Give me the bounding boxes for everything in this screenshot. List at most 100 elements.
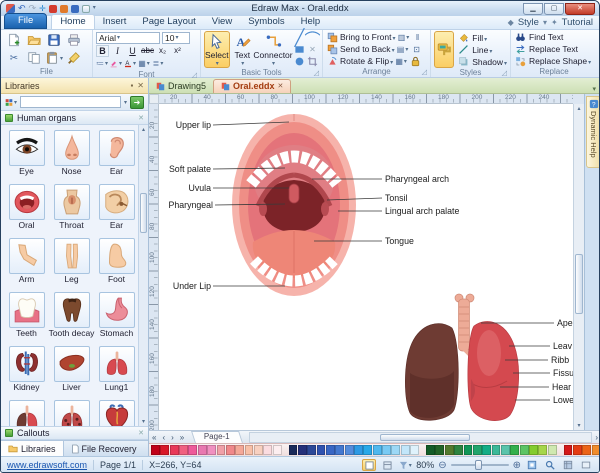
ellipse-tool-icon[interactable] <box>294 56 306 68</box>
palette-swatch[interactable] <box>160 445 169 455</box>
search-caret-icon[interactable]: ▾ <box>124 99 127 106</box>
palette-swatch[interactable] <box>520 445 529 455</box>
palette-swatch[interactable] <box>529 445 538 455</box>
panel-close-icon[interactable]: ✕ <box>137 81 144 90</box>
section-close-icon[interactable]: ✕ <box>138 114 144 122</box>
line-spacing-icon[interactable]: ≔ <box>96 58 108 70</box>
palette-swatch[interactable] <box>151 445 160 455</box>
find-text-button[interactable]: Find Text <box>529 32 563 42</box>
palette-swatch[interactable] <box>354 445 363 455</box>
style-caret-icon[interactable]: ▾ <box>543 18 547 27</box>
library-item-liver[interactable]: Liver <box>49 346 94 400</box>
palette-swatch[interactable] <box>263 445 272 455</box>
palette-swatch[interactable] <box>410 445 419 455</box>
line-button[interactable]: Line <box>472 45 492 55</box>
palette-swatch[interactable] <box>564 445 573 455</box>
select-tool-button[interactable]: Select <box>204 31 230 68</box>
library-item-tooth-decay[interactable]: Tooth decay <box>49 292 94 346</box>
doc-tab-drawing5[interactable]: Drawing5 <box>149 80 213 93</box>
palette-swatch[interactable] <box>170 445 179 455</box>
page-view-icon[interactable] <box>380 459 394 471</box>
palette-swatch[interactable] <box>207 445 216 455</box>
palette-swatch[interactable] <box>391 445 400 455</box>
group-icon[interactable]: ▤ <box>397 43 409 55</box>
bring-to-front-button[interactable]: Bring to Front <box>340 32 396 42</box>
library-menu-icon[interactable] <box>5 96 17 108</box>
send-to-back-button[interactable]: Send to Back <box>340 44 395 54</box>
normal-view-icon[interactable] <box>362 459 376 471</box>
next-page-button[interactable]: › <box>168 433 177 442</box>
open-folder-icon[interactable] <box>25 32 43 49</box>
print-icon[interactable] <box>65 32 83 49</box>
palette-swatch[interactable] <box>298 445 307 455</box>
library-go-button[interactable]: ➜ <box>130 96 144 109</box>
section-close-icon[interactable]: ✕ <box>138 429 144 437</box>
tab-page-layout[interactable]: Page Layout <box>134 15 203 29</box>
layer-icon[interactable]: ▦ <box>395 55 407 67</box>
palette-swatch[interactable] <box>226 445 235 455</box>
connector-tool-button[interactable]: Connector <box>255 31 291 68</box>
palette-swatch[interactable] <box>401 445 410 455</box>
highlight-color-icon[interactable] <box>110 58 122 70</box>
arc-tool-icon[interactable]: ⌒ <box>307 32 319 44</box>
strikethrough-button[interactable]: abc <box>141 46 154 55</box>
export-word-icon[interactable] <box>71 5 79 13</box>
distribute-icon[interactable]: ‖ <box>412 31 424 43</box>
close-button[interactable]: ✕ <box>565 3 595 15</box>
human-organs-header[interactable]: Human organs ✕ <box>1 111 148 125</box>
palette-swatch[interactable] <box>235 445 244 455</box>
dialog-launcher-icon[interactable]: ◿ <box>422 68 427 78</box>
doc-tab-oral-eddx[interactable]: Oral.eddx ✕ <box>213 79 291 93</box>
palette-swatch[interactable] <box>582 445 591 455</box>
palette-swatch[interactable] <box>317 445 326 455</box>
subscript-button[interactable]: x₂ <box>156 46 169 55</box>
library-item-lungs-diseased[interactable] <box>49 400 94 426</box>
tab-libraries[interactable]: Libraries <box>1 441 64 456</box>
palette-swatch[interactable] <box>435 445 444 455</box>
save-icon[interactable] <box>45 32 63 49</box>
fit-to-window-icon[interactable] <box>525 459 539 471</box>
text-align-icon[interactable]: ▦ <box>138 58 150 70</box>
lungs-labels[interactable]: Ape Leav Ribb Fissu Hear Lowe <box>551 318 573 405</box>
pin-icon[interactable]: ▪ <box>130 81 133 90</box>
library-item-leg[interactable]: Leg <box>49 238 94 292</box>
library-item-ear[interactable]: Ear <box>94 130 139 184</box>
palette-swatch[interactable] <box>473 445 482 455</box>
palette-swatch[interactable] <box>198 445 207 455</box>
last-page-button[interactable]: » <box>177 433 187 442</box>
replace-shape-button[interactable]: Replace Shape <box>529 56 591 66</box>
underline-button[interactable]: U <box>126 46 139 56</box>
redo-icon[interactable]: ↷ <box>29 4 37 13</box>
superscript-button[interactable]: x² <box>171 46 184 55</box>
palette-swatch[interactable] <box>345 445 354 455</box>
page-tab[interactable]: Page-1 <box>191 431 243 443</box>
tab-close-icon[interactable]: ✕ <box>278 82 284 90</box>
undo-icon[interactable]: ↶ <box>18 4 26 13</box>
palette-swatch[interactable] <box>482 445 491 455</box>
align-icon[interactable]: ▥ <box>398 31 410 43</box>
copy-icon[interactable] <box>25 50 43 67</box>
palette-swatch[interactable] <box>373 445 382 455</box>
library-item-oral[interactable]: Oral <box>4 184 49 238</box>
zoom-out-icon[interactable]: ⊖ <box>438 460 446 471</box>
font-family-select[interactable]: Arial <box>96 32 160 44</box>
palette-swatch[interactable] <box>454 445 463 455</box>
palette-swatch[interactable] <box>464 445 473 455</box>
library-item-kidney[interactable]: Kidney <box>4 346 49 400</box>
paste-icon[interactable] <box>45 50 63 67</box>
prev-page-button[interactable]: ‹ <box>159 433 168 442</box>
center-icon[interactable]: ⊡ <box>411 43 423 55</box>
format-painter-icon[interactable] <box>65 50 83 67</box>
palette-swatch[interactable] <box>363 445 372 455</box>
library-item-arm[interactable]: Arm <box>4 238 49 292</box>
palette-swatch[interactable] <box>382 445 391 455</box>
fill-button[interactable]: Fill <box>472 33 487 43</box>
rectangle-tool-icon[interactable] <box>294 44 306 56</box>
fullscreen-icon[interactable] <box>579 459 593 471</box>
library-item-lungs-dark[interactable] <box>4 400 49 426</box>
library-item-teeth[interactable]: Teeth <box>4 292 49 346</box>
library-item-ear[interactable]: Ear <box>94 184 139 238</box>
new-document-icon[interactable] <box>5 32 23 49</box>
style-menu[interactable]: Style <box>518 17 539 28</box>
palette-swatch[interactable] <box>492 445 501 455</box>
